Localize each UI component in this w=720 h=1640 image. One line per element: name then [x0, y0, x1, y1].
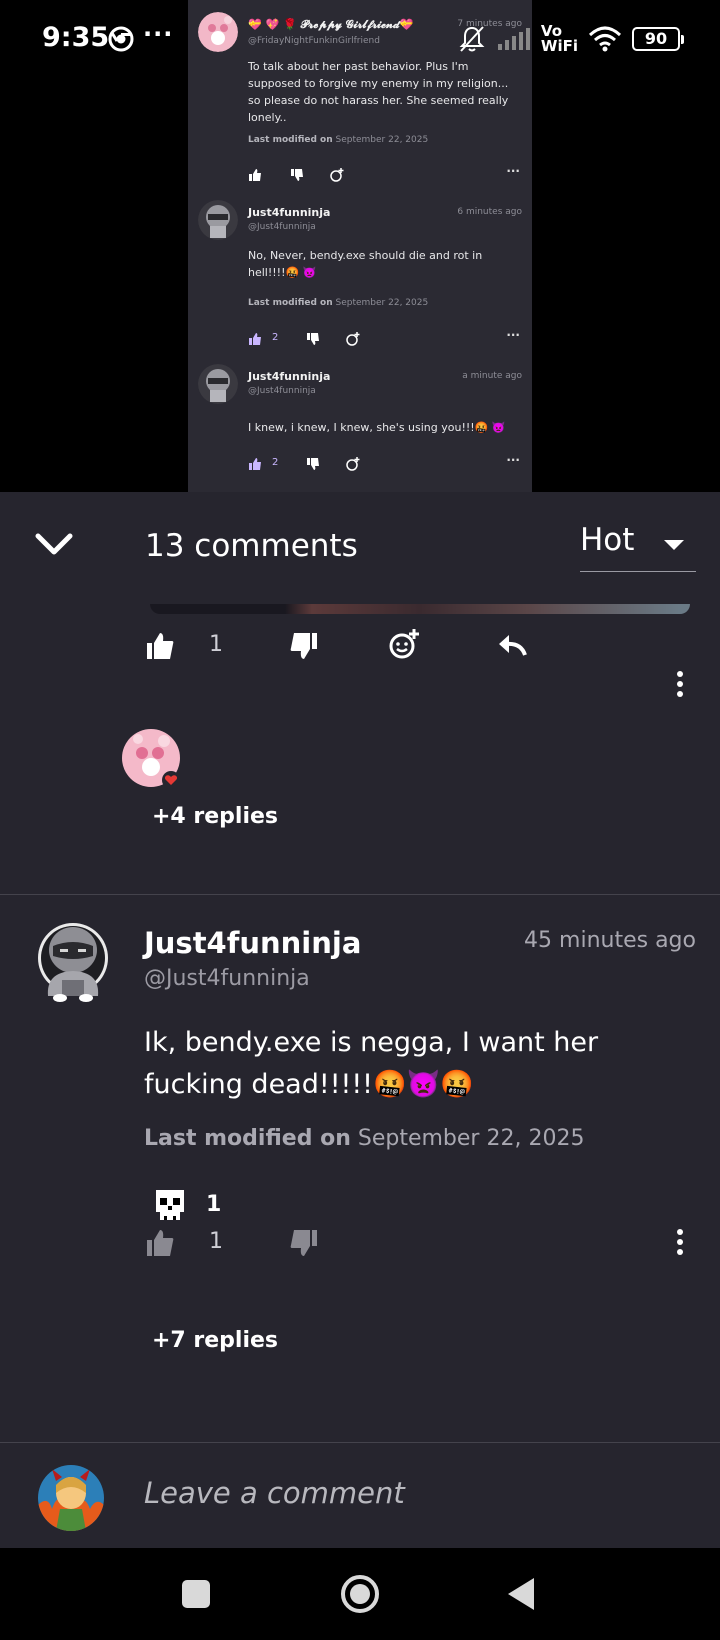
ninja-avatar[interactable] — [36, 916, 110, 1006]
chrome-icon — [108, 26, 134, 52]
thumbs-up-icon — [249, 169, 261, 181]
add-reaction-icon[interactable] — [389, 629, 419, 659]
ninja-avatar — [198, 364, 238, 404]
user-avatar[interactable] — [38, 1465, 104, 1531]
comment-count: 13 comments — [145, 528, 358, 564]
more-icon: ··· — [506, 453, 520, 467]
last-modified: Last modified on September 22, 2025 — [144, 1126, 585, 1151]
status-icons: Vo WiFi 90 — [457, 20, 684, 58]
battery-icon: 90 — [632, 27, 684, 51]
more-options-icon[interactable] — [675, 1229, 685, 1259]
recents-icon[interactable] — [174, 1572, 218, 1616]
signal-icon — [497, 28, 530, 50]
like-count: 1 — [209, 1229, 223, 1254]
home-icon[interactable] — [338, 1572, 382, 1616]
system-nav-bar — [0, 1548, 720, 1640]
back-icon[interactable] — [500, 1572, 544, 1616]
media-preview-edge — [150, 604, 690, 614]
thumbs-up-icon — [249, 458, 261, 470]
thumbs-down-icon — [307, 458, 319, 470]
reply-icon[interactable] — [497, 631, 527, 661]
vowifi-indicator: Vo WiFi — [540, 22, 578, 55]
reaction-chip[interactable]: 1 — [150, 1186, 230, 1226]
thumbs-up-icon — [249, 333, 261, 345]
like-count: 1 — [209, 632, 223, 657]
add-reaction-icon — [346, 457, 360, 471]
ninja-avatar — [198, 200, 238, 240]
comments-panel: 13 comments Hot 1 +4 replies Just4funnin… — [0, 492, 720, 1548]
like-icon[interactable] — [145, 631, 175, 661]
comment-handle: @Just4funninja — [144, 966, 310, 991]
thumbs-down-icon — [291, 169, 303, 181]
status-time: 9:35 — [42, 22, 110, 53]
replies-toggle[interactable]: +4 replies — [152, 804, 278, 829]
comment-composer — [0, 1442, 720, 1548]
more-icon: ··· — [506, 164, 520, 178]
caret-down-icon — [664, 540, 684, 550]
status-overflow: ··· — [143, 20, 174, 48]
dislike-icon[interactable] — [289, 1228, 319, 1258]
more-icon: ··· — [506, 328, 520, 342]
dislike-icon[interactable] — [289, 631, 319, 661]
sort-dropdown[interactable]: Hot — [580, 522, 696, 572]
more-options-icon[interactable] — [675, 671, 685, 701]
reply-avatar[interactable] — [122, 729, 180, 789]
comment-time: 45 minutes ago — [524, 928, 696, 953]
comments-header: 13 comments Hot — [0, 492, 720, 604]
sort-label: Hot — [580, 522, 635, 558]
chevron-down-icon[interactable] — [34, 530, 74, 560]
wifi-icon — [588, 26, 622, 52]
mute-icon — [459, 26, 485, 52]
comment-author[interactable]: Just4funninja — [144, 926, 361, 960]
like-icon[interactable] — [145, 1228, 175, 1258]
divider — [0, 894, 720, 895]
add-reaction-icon — [346, 332, 360, 346]
comment-input[interactable] — [144, 1471, 664, 1515]
status-bar: 9:35 ··· Vo WiFi 90 — [0, 0, 720, 78]
replies-toggle[interactable]: +7 replies — [152, 1328, 278, 1353]
comment-body: Ik, bendy.exe is negga, I want her fucki… — [144, 1027, 599, 1100]
screen: 9:35 ··· Vo WiFi 90 💝 💖 🌹 𝓟𝓻𝓮𝓹𝓹𝔂 𝓖𝓲𝓻𝓵𝓯𝓻𝓲… — [0, 0, 720, 1640]
skull-icon — [156, 1190, 184, 1220]
add-reaction-icon — [330, 168, 344, 182]
thumbs-down-icon — [307, 333, 319, 345]
heart-icon — [162, 771, 180, 789]
devil-girl-avatar — [38, 1465, 104, 1531]
